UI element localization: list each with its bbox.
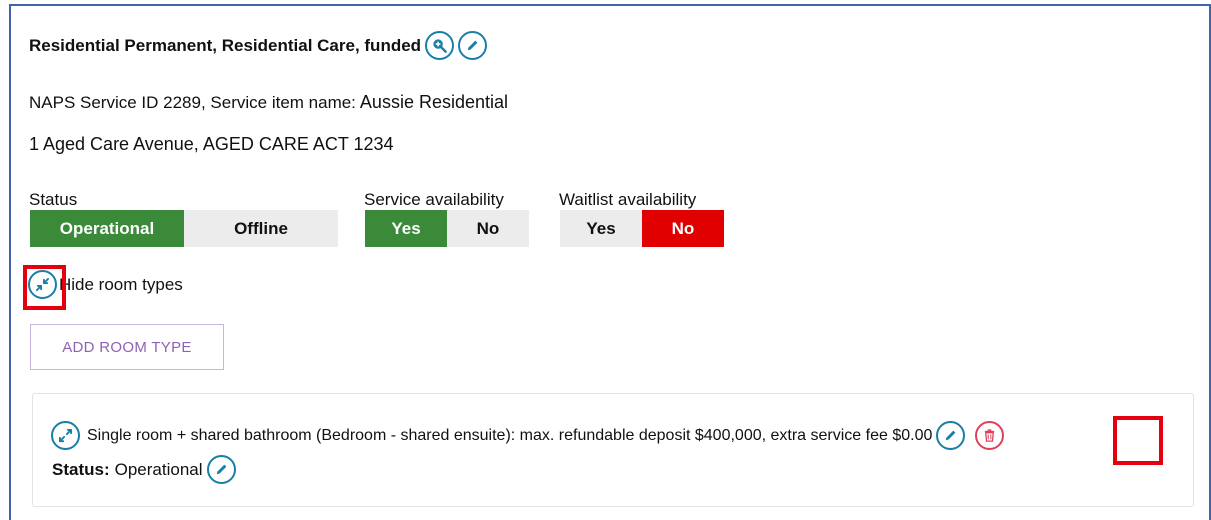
hide-room-types-row: Hide room types — [28, 270, 183, 299]
service-item-name: Aussie Residential — [359, 92, 508, 112]
edit-room-status-button[interactable] — [206, 455, 236, 484]
room-type-description: Single room + shared bathroom (Bedroom -… — [87, 426, 933, 444]
pencil-icon — [946, 430, 956, 441]
waitlist-availability-label: Waitlist availability — [559, 190, 697, 209]
room-status-value: Operational — [114, 459, 203, 479]
naps-service-id: NAPS Service ID 2289, Service item name: — [29, 93, 356, 112]
service-availability-yes-option[interactable]: Yes — [365, 210, 447, 247]
room-status-label: Status: — [52, 459, 110, 479]
pencil-icon — [467, 40, 478, 51]
status-operational-option[interactable]: Operational — [30, 210, 184, 247]
pencil-icon — [216, 464, 226, 475]
service-title-row: Residential Permanent, Residential Care,… — [29, 31, 488, 60]
edit-room-type-button[interactable] — [936, 421, 966, 450]
edit-service-button[interactable] — [458, 31, 488, 60]
hide-room-types-label[interactable]: Hide room types — [59, 275, 183, 295]
trash-icon — [985, 429, 995, 442]
room-status-row: Status: Operational — [52, 455, 236, 484]
add-room-type-button[interactable]: ADD ROOM TYPE — [30, 324, 224, 370]
room-type-card: Single room + shared bathroom (Bedroom -… — [32, 393, 1194, 507]
waitlist-availability-no-option[interactable]: No — [642, 210, 724, 247]
service-address: 1 Aged Care Avenue, AGED CARE ACT 1234 — [29, 134, 394, 154]
expand-room-type-button[interactable] — [51, 421, 80, 450]
collapse-icon — [35, 277, 50, 292]
status-offline-option[interactable]: Offline — [184, 210, 338, 247]
service-availability-no-option[interactable]: No — [447, 210, 529, 247]
service-availability-toggle: Yes No — [365, 210, 529, 247]
status-label: Status — [29, 190, 78, 209]
waitlist-availability-yes-option[interactable]: Yes — [560, 210, 642, 247]
room-type-row: Single room + shared bathroom (Bedroom -… — [51, 421, 1005, 450]
delete-room-type-button[interactable] — [975, 421, 1005, 450]
service-card: Residential Permanent, Residential Care,… — [9, 4, 1211, 520]
status-toggle: Operational Offline — [30, 210, 338, 247]
waitlist-availability-toggle: Yes No — [560, 210, 724, 247]
service-title: Residential Permanent, Residential Care,… — [29, 35, 422, 55]
naps-info-line: NAPS Service ID 2289, Service item name:… — [29, 92, 508, 113]
expand-icon — [58, 428, 73, 443]
view-details-button[interactable] — [425, 31, 455, 60]
zoom-in-icon — [433, 39, 447, 53]
collapse-room-types-button[interactable] — [28, 270, 57, 299]
service-availability-label: Service availability — [364, 190, 504, 209]
